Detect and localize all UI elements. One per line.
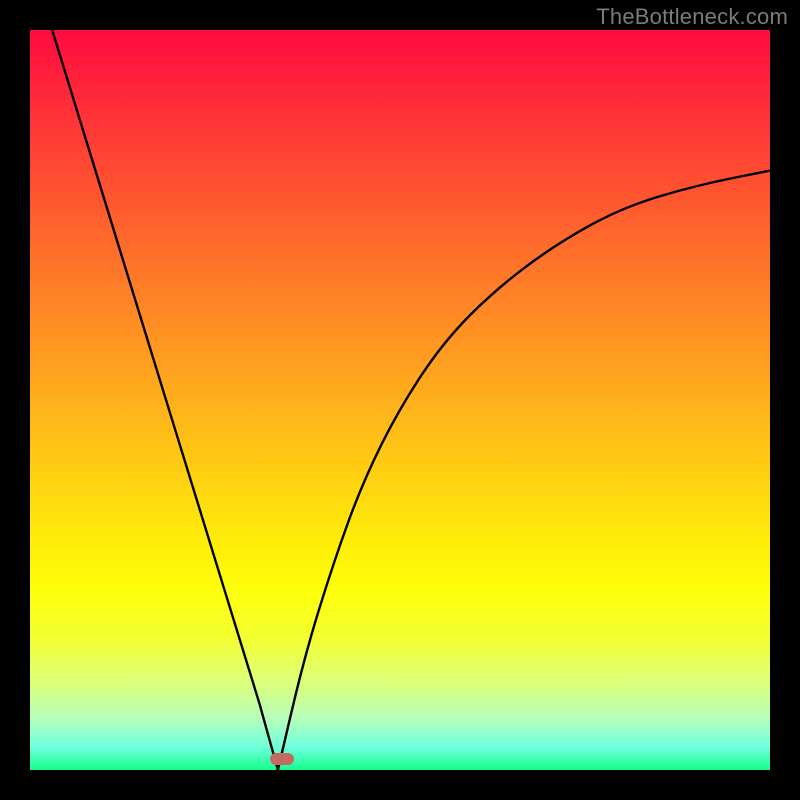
bottleneck-curve-left: [52, 30, 278, 770]
optimal-point-marker: [270, 753, 294, 765]
plot-area: [30, 30, 770, 770]
bottleneck-curve-right: [278, 171, 770, 770]
chart-container: TheBottleneck.com: [0, 0, 800, 800]
watermark-text: TheBottleneck.com: [596, 4, 788, 30]
curve-layer: [30, 30, 770, 770]
